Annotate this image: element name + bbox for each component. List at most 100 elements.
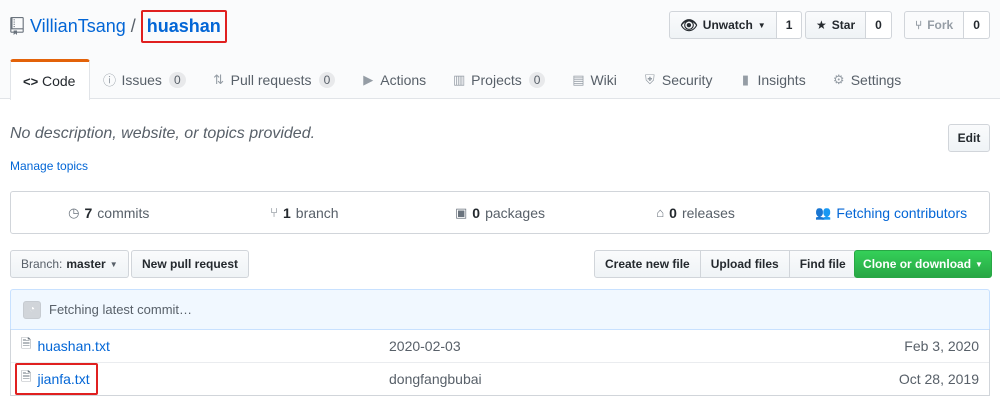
packages-link[interactable]: ▣ 0 packages xyxy=(402,192,598,233)
file-icon: 🗎 xyxy=(21,369,32,384)
tab-label: Issues xyxy=(121,71,162,88)
tab-label: Pull requests xyxy=(230,71,312,88)
numbers-summary: ◷ 7 commits ⑂ 1 branch ▣ 0 packages ⌂ 0 … xyxy=(10,191,990,234)
forks-count[interactable]: 0 xyxy=(964,11,990,39)
fork-button[interactable]: ⑂ Fork xyxy=(904,11,965,39)
branch-name: master xyxy=(66,257,106,271)
create-new-file-button[interactable]: Create new file xyxy=(594,250,701,278)
shield-icon: ⛨ xyxy=(644,71,655,87)
star-button[interactable]: ★ Star xyxy=(805,11,867,39)
tab-counter: 0 xyxy=(168,71,186,88)
file-name-cell: 🗎 jianfa.txt xyxy=(15,363,98,395)
file-link[interactable]: huashan.txt xyxy=(37,338,109,354)
unwatch-label: Unwatch xyxy=(702,18,753,32)
branch-select-button[interactable]: Branch: master ▼ xyxy=(10,250,129,278)
tab-label: Projects xyxy=(471,71,522,88)
tab-label: Actions xyxy=(380,71,427,88)
repo-nav-tabs: <> Code ⓘ Issues 0 ⇅ Pull requests 0 ▶ A… xyxy=(10,59,915,100)
table-row: 🗎 huashan.txt 2020-02-03 Feb 3, 2020 xyxy=(11,329,989,362)
tab-projects[interactable]: ▥ Projects 0 xyxy=(440,59,559,100)
avatar: ◔ xyxy=(23,300,41,319)
book-icon: ▤ xyxy=(572,71,585,87)
releases-link[interactable]: ⌂ 0 releases xyxy=(598,192,794,233)
star-label: Star xyxy=(831,18,856,32)
repo-icon xyxy=(10,17,24,35)
file-icon: 🗎 xyxy=(21,335,32,351)
tab-security[interactable]: ⛨ Security xyxy=(631,59,727,100)
find-file-button[interactable]: Find file xyxy=(789,250,857,278)
tab-label: Insights xyxy=(757,71,806,88)
commit-age: Feb 3, 2020 xyxy=(904,337,979,354)
releases-label: releases xyxy=(681,204,735,221)
package-icon: ▣ xyxy=(454,204,468,220)
commit-tease: ◔ Fetching latest commit… xyxy=(10,289,990,330)
project-icon: ▥ xyxy=(453,71,466,87)
tab-label: Wiki xyxy=(590,71,617,88)
file-actions-group: Create new file Upload files Find file xyxy=(594,250,857,278)
table-row: 🗎 jianfa.txt dongfangbubai Oct 28, 2019 xyxy=(11,362,989,395)
repo-header: VillianTsang / huashan 👁 Unwatch ▼ 1 ★ S… xyxy=(0,0,1000,100)
tab-counter: 0 xyxy=(318,71,336,88)
people-icon: 👥 xyxy=(815,204,832,220)
manage-topics-link[interactable]: Manage topics xyxy=(10,159,88,173)
commit-age: Oct 28, 2019 xyxy=(898,371,979,387)
new-pull-request-button[interactable]: New pull request xyxy=(131,250,250,278)
stargazers-count[interactable]: 0 xyxy=(866,11,892,39)
branch-count: 1 xyxy=(282,204,291,221)
path-separator: / xyxy=(130,15,136,36)
fork-group: ⑂ Fork 0 xyxy=(904,11,990,39)
branches-link[interactable]: ⑂ 1 branch xyxy=(207,192,403,233)
tab-actions[interactable]: ▶ Actions xyxy=(349,59,440,100)
tab-code[interactable]: <> Code xyxy=(10,59,91,100)
repo-description: No description, website, or topics provi… xyxy=(10,125,316,142)
repo-owner-link[interactable]: VillianTsang xyxy=(30,16,126,37)
commits-count: 7 xyxy=(84,204,93,221)
git-branch-icon: ⑂ xyxy=(270,205,278,220)
code-icon: <> xyxy=(23,73,39,89)
file-list: 🗎 huashan.txt 2020-02-03 Feb 3, 2020 🗎 j… xyxy=(10,329,990,396)
caret-down-icon: ▼ xyxy=(757,20,766,30)
issue-icon: ⓘ xyxy=(102,73,116,88)
tab-issues[interactable]: ⓘ Issues 0 xyxy=(90,59,199,100)
watchers-count[interactable]: 1 xyxy=(776,11,803,39)
star-icon: ★ xyxy=(816,18,827,32)
graph-icon: ▮ xyxy=(741,71,750,87)
commit-message-link[interactable]: 2020-02-03 xyxy=(389,338,461,354)
caret-down-icon: ▼ xyxy=(975,259,983,269)
commits-label: commits xyxy=(97,204,150,221)
branch-prefix: Branch: xyxy=(21,257,63,271)
commit-tease-text: Fetching latest commit… xyxy=(49,302,193,317)
history-icon: ◷ xyxy=(68,204,80,220)
fork-label: Fork xyxy=(927,18,954,32)
eye-icon: 👁 xyxy=(680,16,698,33)
commit-message-link[interactable]: dongfangbubai xyxy=(389,371,482,387)
branch-label: branch xyxy=(295,204,339,221)
gear-icon: ⚙ xyxy=(832,71,845,87)
tag-icon: ⌂ xyxy=(656,205,665,220)
releases-count: 0 xyxy=(669,204,677,221)
tab-settings[interactable]: ⚙ Settings xyxy=(820,59,916,100)
repo-forked-icon: ⑂ xyxy=(915,18,923,32)
pull-request-icon: ⇅ xyxy=(213,71,225,87)
caret-down-icon: ▼ xyxy=(109,259,118,269)
tab-label: Code xyxy=(42,73,76,89)
commits-link[interactable]: ◷ 7 commits xyxy=(11,192,207,233)
tab-insights[interactable]: ▮ Insights xyxy=(726,59,819,100)
repo-name-link[interactable]: huashan xyxy=(140,9,227,43)
unwatch-button[interactable]: 👁 Unwatch ▼ xyxy=(669,11,777,39)
upload-files-button[interactable]: Upload files xyxy=(700,250,790,278)
edit-description-button[interactable]: Edit xyxy=(948,124,990,152)
tab-label: Security xyxy=(661,71,713,88)
tab-pull-requests[interactable]: ⇅ Pull requests 0 xyxy=(200,59,350,100)
file-link[interactable]: jianfa.txt xyxy=(37,371,89,387)
tab-wiki[interactable]: ▤ Wiki xyxy=(559,59,630,100)
tab-label: Settings xyxy=(850,71,902,88)
tab-counter: 0 xyxy=(528,71,546,88)
clone-label: Clone or download xyxy=(863,257,972,271)
watch-group: 👁 Unwatch ▼ 1 xyxy=(669,11,803,39)
clone-or-download-button[interactable]: Clone or download ▼ xyxy=(854,250,992,278)
contributors-link[interactable]: 👥 Fetching contributors xyxy=(793,192,989,233)
packages-label: packages xyxy=(485,204,545,221)
play-icon: ▶ xyxy=(363,71,374,87)
star-group: ★ Star 0 xyxy=(805,11,892,39)
